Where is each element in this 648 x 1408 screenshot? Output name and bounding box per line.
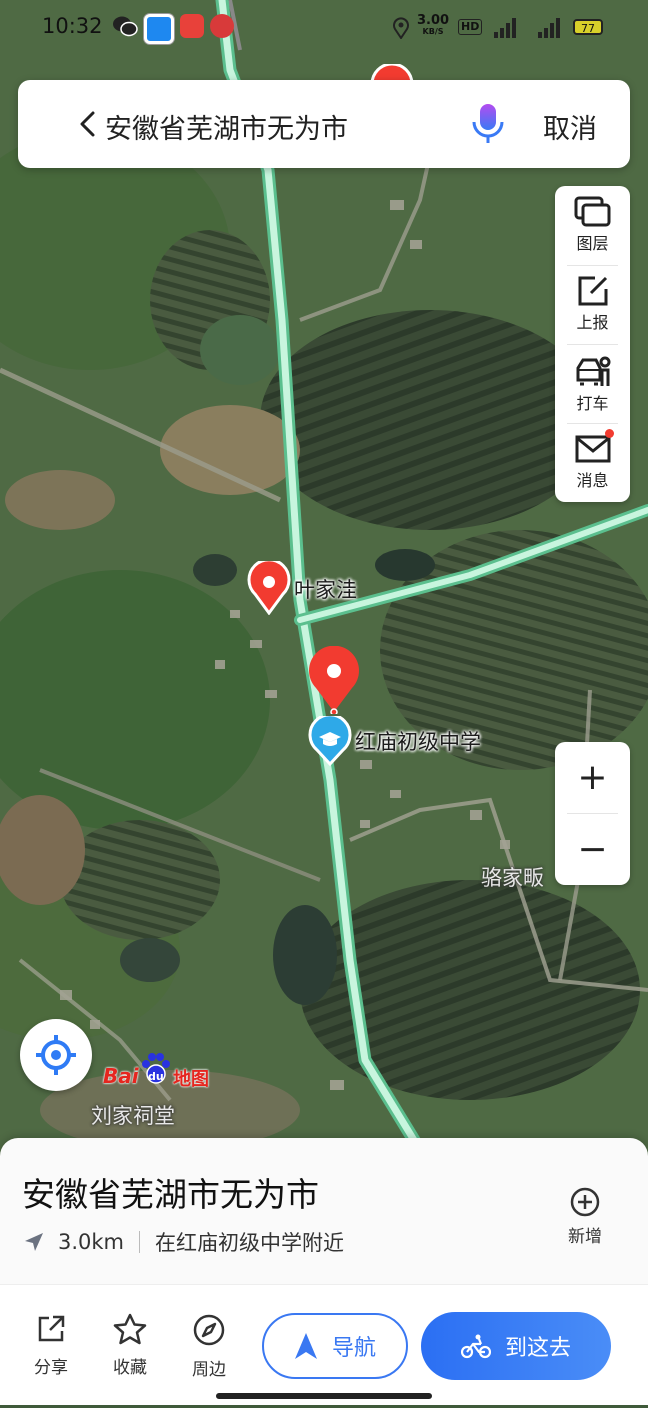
map-label-school[interactable]: 红庙初级中学: [355, 726, 481, 756]
logo-text-map: 地图: [173, 1069, 209, 1090]
navigate-button[interactable]: 导航: [262, 1313, 408, 1379]
network-speed-value: 3.00: [417, 13, 450, 28]
favorite-label: 收藏: [113, 1358, 147, 1378]
distance-row: 3.0km 在红庙初级中学附近: [22, 1227, 344, 1257]
search-query-text[interactable]: 安徽省芜湖市无为市: [105, 107, 348, 146]
status-time: 10:32: [42, 14, 103, 38]
baidu-map-logo: Bai du 地图: [103, 1052, 215, 1092]
back-arrow-icon[interactable]: [70, 106, 106, 142]
share-label: 分享: [34, 1358, 68, 1378]
crosshair-icon: [36, 1035, 76, 1075]
search-bar: 安徽省芜湖市无为市 取消: [18, 80, 630, 168]
yejiawa-pin-icon[interactable]: [246, 561, 292, 615]
distance-text: 3.0km: [58, 1230, 125, 1254]
locate-me-button[interactable]: [20, 1019, 92, 1091]
nearby-button[interactable]: 周边: [179, 1313, 239, 1380]
layers-button[interactable]: 图层: [555, 186, 630, 265]
zoom-out-button[interactable]: −: [555, 814, 630, 885]
place-title: 安徽省芜湖市无为市: [22, 1175, 319, 1214]
network-speed: 3.00 KB/S: [417, 13, 450, 37]
message-button[interactable]: 消息: [555, 423, 630, 502]
zoom-in-button[interactable]: +: [555, 742, 630, 813]
home-indicator[interactable]: [216, 1393, 432, 1399]
edit-report-icon: [578, 276, 607, 306]
selected-location-pin-icon: [309, 646, 359, 714]
map-label-luojia[interactable]: 骆家畈: [481, 862, 544, 892]
share-icon: [38, 1315, 65, 1342]
logo-text-du: du: [148, 1070, 164, 1083]
direction-arrow-icon: [25, 1233, 43, 1251]
star-icon: [113, 1313, 147, 1345]
add-button[interactable]: 新增: [560, 1186, 610, 1247]
map-tool-panel: 图层 上报 打车 消息: [555, 186, 630, 502]
location-status-icon: [393, 17, 409, 39]
zoom-controls: + −: [555, 742, 630, 885]
bottom-action-bar: 分享 收藏 周边 导航 到这去: [0, 1284, 648, 1405]
nearby-text: 在红庙初级中学附近: [155, 1231, 345, 1255]
message-label: 消息: [576, 471, 609, 490]
notification-icons: [112, 14, 234, 44]
status-bar: 10:32 3.00 KB/S HD 77: [0, 0, 648, 56]
place-info-card[interactable]: 安徽省芜湖市无为市 3.0km 在红庙初级中学附近 新增: [0, 1138, 648, 1284]
battery-indicator: 77: [573, 19, 603, 35]
map-label-yejiawa[interactable]: 叶家洼: [294, 574, 357, 604]
compass-icon: [193, 1314, 225, 1346]
navigation-arrow-icon: [294, 1333, 317, 1359]
signal-icon: [538, 18, 560, 38]
nearby-label: 周边: [192, 1360, 226, 1380]
hd-indicator: HD: [458, 19, 483, 35]
app-notification-icon: [180, 14, 204, 38]
navigate-label: 导航: [331, 1336, 376, 1361]
signal-icon: [494, 18, 516, 38]
divider: [139, 1231, 141, 1253]
cancel-button[interactable]: 取消: [543, 107, 597, 146]
taxi-icon: [576, 356, 610, 386]
taxi-label: 打车: [576, 394, 609, 413]
microphone-icon[interactable]: [468, 102, 508, 146]
unread-badge: [605, 429, 614, 438]
share-button[interactable]: 分享: [21, 1313, 81, 1378]
add-circle-icon: [570, 1187, 600, 1217]
mail-icon: [575, 435, 610, 463]
school-pin-icon[interactable]: [307, 716, 353, 766]
go-here-button[interactable]: 到这去: [421, 1312, 611, 1380]
app-notification-icon: [210, 14, 234, 38]
go-here-label: 到这去: [504, 1336, 571, 1361]
wechat-icon: [113, 16, 138, 37]
layers-icon: [574, 196, 610, 227]
bicycle-icon: [460, 1334, 491, 1359]
report-button[interactable]: 上报: [555, 265, 630, 344]
logo-text-bai: Bai: [103, 1064, 139, 1088]
layers-label: 图层: [576, 234, 609, 253]
map-label-liujia[interactable]: 刘家祠堂: [91, 1100, 175, 1130]
add-label: 新增: [568, 1227, 602, 1247]
app-notification-icon: [144, 14, 174, 44]
favorite-button[interactable]: 收藏: [100, 1313, 160, 1378]
report-label: 上报: [576, 313, 609, 332]
taxi-button[interactable]: 打车: [555, 344, 630, 423]
